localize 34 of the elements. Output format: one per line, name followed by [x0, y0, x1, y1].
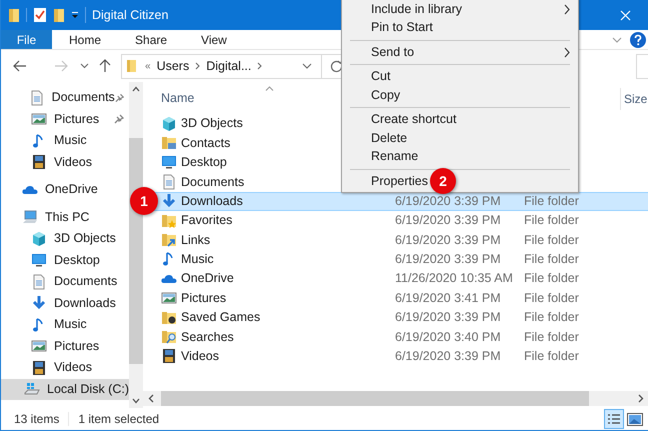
type-cell-text: File folder [524, 212, 579, 230]
date-cell-text: 6/19/2020 3:41 PM [395, 290, 501, 307]
file-name: Videos [181, 348, 219, 366]
selection-status: 1 item selected [78, 411, 160, 428]
date-cell-text: 6/19/2020 3:39 PM [395, 212, 501, 230]
type-cell-text: File folder [524, 251, 579, 268]
date-cell-text: 11/26/2020 10:35 AM [395, 270, 513, 288]
type-cell-text: File folder [524, 192, 579, 210]
file-name: Music [181, 251, 214, 268]
type-cell-text: File folder [524, 348, 579, 365]
file-name: Contacts [181, 134, 230, 152]
type-cell-text: File folder [524, 309, 579, 326]
date-cell-text: 6/19/2020 3:39 PM [395, 348, 501, 365]
type-cell-text: File folder [524, 328, 579, 346]
file-name: Favorites [181, 212, 232, 230]
file-name: Searches [181, 328, 234, 346]
date-cell-text: 6/19/2020 3:39 PM [395, 309, 501, 326]
file-name: Downloads [181, 192, 243, 210]
date-cell-text: 6/19/2020 3:40 PM [395, 328, 501, 346]
file-name: Desktop [181, 154, 227, 172]
file-name: Pictures [181, 290, 226, 307]
date-cell-text: 6/19/2020 3:39 PM [395, 251, 501, 268]
file-name: Documents [181, 174, 244, 190]
date-cell-text: 6/19/2020 3:39 PM [395, 232, 501, 249]
file-name: 3D Objects [181, 115, 243, 132]
window-title: Digital Citizen [92, 6, 168, 24]
type-cell-text: File folder [524, 232, 579, 249]
date-cell-text: 6/19/2020 3:39 PM [395, 192, 501, 210]
type-cell-text: File folder [524, 290, 579, 307]
item-count: 13 items [14, 411, 60, 428]
file-name: Saved Games [181, 309, 260, 326]
type-cell-text: File folder [524, 270, 579, 288]
file-name: OneDrive [181, 270, 234, 288]
file-name: Links [181, 232, 210, 249]
